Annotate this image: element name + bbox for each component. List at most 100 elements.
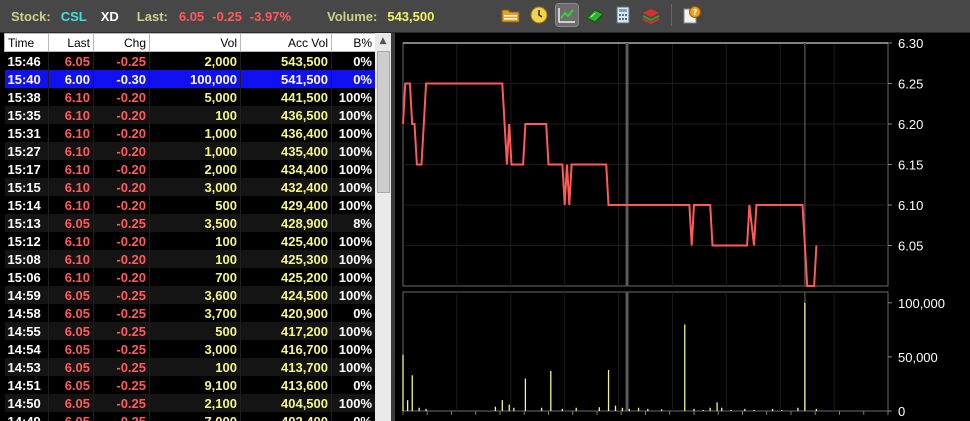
scroll-thumb[interactable] (377, 51, 390, 193)
cell-time: 14:50 (4, 394, 49, 412)
scroll-up-arrow-icon[interactable]: ▲ (375, 33, 391, 49)
cell-chg: -0.30 (93, 70, 150, 88)
table-row[interactable]: 15:31 6.10 -0.20 1,000 436,400 100% (4, 124, 375, 142)
table-row[interactable]: 15:46 6.05 -0.25 2,000 543,500 0% (4, 51, 375, 70)
table-row[interactable]: 14:55 6.05 -0.25 500 417,200 100% (4, 322, 375, 340)
cell-chg: -0.20 (93, 142, 150, 160)
last-price: 6.05 (178, 8, 205, 24)
table-row[interactable]: 14:54 6.05 -0.25 3,000 416,700 100% (4, 340, 375, 358)
table-row[interactable]: 14:59 6.05 -0.25 3,600 424,500 100% (4, 286, 375, 304)
table-row[interactable]: 14:53 6.05 -0.25 100 413,700 100% (4, 358, 375, 376)
cell-buy-percent: 100% (331, 358, 375, 376)
table-row[interactable]: 14:49 6.05 -0.25 7,000 402,400 0% (4, 412, 375, 421)
table-row[interactable]: 15:08 6.10 -0.20 100 425,300 100% (4, 250, 375, 268)
cell-acc-vol: 424,500 (240, 286, 332, 304)
price-y-label: 6.15 (898, 158, 923, 173)
col-header-chg[interactable]: Chg (93, 33, 150, 52)
cell-time: 15:17 (4, 160, 49, 178)
col-header-acc-vol[interactable]: Acc Vol (240, 33, 332, 52)
col-header-time[interactable]: Time (4, 33, 49, 52)
price-change-percent: -3.97% (249, 8, 292, 24)
cell-acc-vol: 425,200 (240, 268, 332, 286)
table-row[interactable]: 14:50 6.05 -0.25 2,100 404,500 100% (4, 394, 375, 412)
cell-chg: -0.20 (93, 88, 150, 106)
col-header-vol[interactable]: Vol (149, 33, 241, 52)
cell-vol: 9,100 (149, 376, 241, 394)
cell-vol: 3,000 (149, 178, 241, 196)
cell-chg: -0.20 (93, 232, 150, 250)
cell-acc-vol: 541,500 (240, 70, 332, 88)
calculator-icon[interactable] (612, 4, 634, 26)
table-row[interactable]: 15:06 6.10 -0.20 700 425,200 100% (4, 268, 375, 286)
table-row[interactable]: 15:27 6.10 -0.20 1,000 435,400 100% (4, 142, 375, 160)
table-scrollbar[interactable]: ▲ (375, 33, 391, 421)
chart-icon[interactable] (555, 3, 579, 27)
cell-vol: 3,700 (149, 304, 241, 322)
cell-chg: -0.20 (93, 250, 150, 268)
cell-buy-percent: 100% (331, 394, 375, 412)
cell-chg: -0.25 (93, 394, 150, 412)
green-arrow-icon[interactable] (584, 4, 606, 26)
cell-buy-percent: 0% (331, 51, 375, 70)
col-header-buy-percent[interactable]: B% (331, 33, 375, 52)
table-row[interactable]: 15:35 6.10 -0.20 100 436,500 100% (4, 106, 375, 124)
table-row[interactable]: 15:40 6.00 -0.30 100,000 541,500 0% (4, 70, 375, 88)
cell-time: 14:49 (4, 412, 49, 421)
table-row[interactable]: 14:51 6.05 -0.25 9,100 413,600 0% (4, 376, 375, 394)
cell-acc-vol: 436,500 (240, 106, 332, 124)
cell-vol: 100 (149, 358, 241, 376)
table-row[interactable]: 14:58 6.05 -0.25 3,700 420,900 0% (4, 304, 375, 322)
cell-last: 6.10 (48, 268, 94, 286)
cell-chg: -0.20 (93, 106, 150, 124)
cell-time: 15:13 (4, 214, 49, 232)
cell-acc-vol: 402,400 (240, 412, 332, 421)
cell-buy-percent: 100% (331, 340, 375, 358)
cell-chg: -0.25 (93, 322, 150, 340)
cell-vol: 100 (149, 232, 241, 250)
cell-last: 6.05 (48, 322, 94, 340)
intraday-chart: 6.30 6.25 6.20 6.15 6.10 6.05 100,000 50,000 0 (402, 36, 945, 419)
cell-time: 15:38 (4, 88, 49, 106)
table-row[interactable]: 15:38 6.10 -0.20 5,000 441,500 100% (4, 88, 375, 106)
cell-acc-vol: 425,300 (240, 250, 332, 268)
cell-chg: -0.25 (93, 340, 150, 358)
price-y-label: 6.05 (898, 239, 923, 254)
cell-chg: -0.25 (93, 304, 150, 322)
cell-last: 6.10 (48, 124, 94, 142)
cell-acc-vol: 413,700 (240, 358, 332, 376)
help-icon[interactable]: ? (681, 4, 703, 26)
cell-vol: 100,000 (149, 70, 241, 88)
table-row[interactable]: 15:13 6.05 -0.25 3,500 428,900 8% (4, 214, 375, 232)
clock-icon[interactable] (528, 4, 550, 26)
folder-icon[interactable] (500, 4, 522, 26)
cell-time: 15:06 (4, 268, 49, 286)
cell-vol: 1,000 (149, 124, 241, 142)
cell-buy-percent: 0% (331, 70, 375, 88)
table-row[interactable]: 15:17 6.10 -0.20 2,000 434,400 100% (4, 160, 375, 178)
cell-last: 6.10 (48, 142, 94, 160)
trade-ticker-table: Time Last Chg Vol Acc Vol B% 15:46 6.05 -0… (4, 33, 375, 421)
cell-buy-percent: 100% (331, 178, 375, 196)
cell-vol: 500 (149, 322, 241, 340)
cell-vol: 7,000 (149, 412, 241, 421)
cell-last: 6.05 (48, 412, 94, 421)
table-row[interactable]: 15:14 6.10 -0.20 500 429,400 100% (4, 196, 375, 214)
price-y-label: 6.20 (898, 117, 923, 132)
table-row[interactable]: 15:12 6.10 -0.20 100 425,400 100% (4, 232, 375, 250)
cell-acc-vol: 543,500 (240, 51, 332, 70)
cell-vol: 5,000 (149, 88, 241, 106)
volume-y-label: 0 (898, 404, 905, 419)
table-row[interactable]: 15:15 6.10 -0.20 3,000 432,400 100% (4, 178, 375, 196)
cell-acc-vol: 416,700 (240, 340, 332, 358)
volume-value: 543,500 (387, 8, 435, 24)
stack-icon[interactable] (640, 4, 662, 26)
volume-y-label: 100,000 (898, 296, 945, 311)
col-header-last[interactable]: Last (48, 33, 94, 52)
cell-buy-percent: 100% (331, 286, 375, 304)
cell-buy-percent: 100% (331, 322, 375, 340)
cell-acc-vol: 417,200 (240, 322, 332, 340)
cell-chg: -0.25 (93, 214, 150, 232)
cell-last: 6.10 (48, 160, 94, 178)
cell-chg: -0.25 (93, 286, 150, 304)
cell-last: 6.05 (48, 358, 94, 376)
